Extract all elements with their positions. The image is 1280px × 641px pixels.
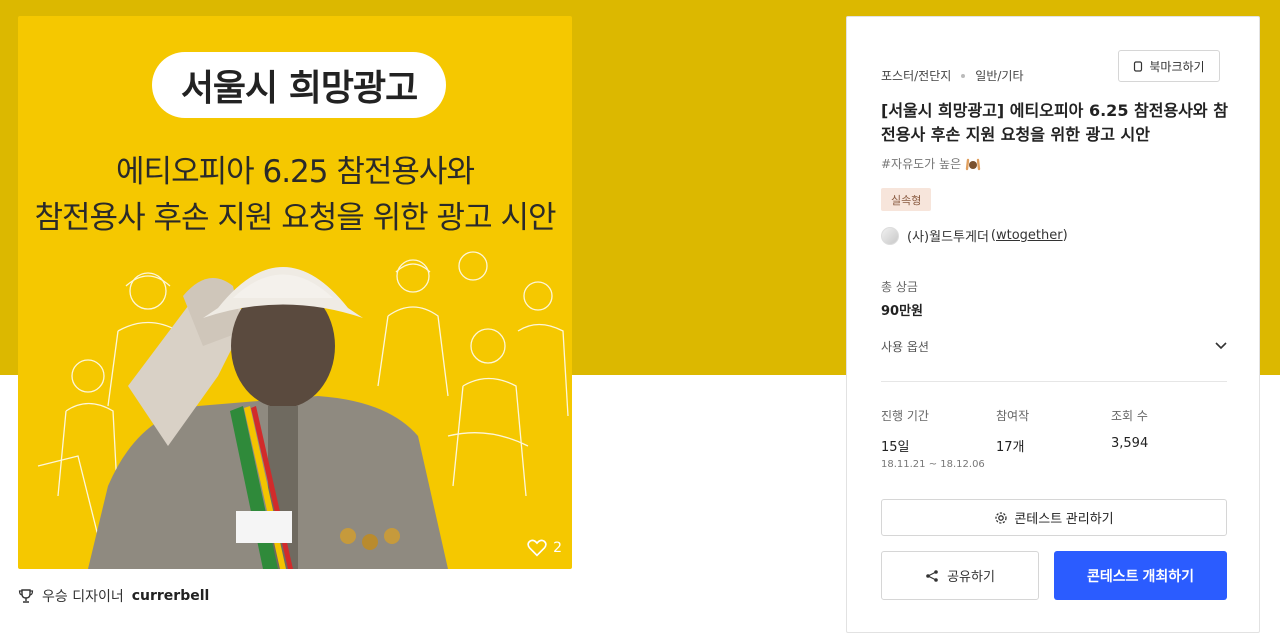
- raised-hands-icon: [965, 158, 981, 170]
- stat-views: 조회 수 3,594: [1111, 407, 1148, 451]
- entries-value: 17개: [996, 440, 1025, 455]
- host-id[interactable]: (wtogether): [991, 228, 1068, 243]
- manage-contest-button[interactable]: 콘테스트 관리하기: [881, 499, 1227, 536]
- trophy-icon: [18, 589, 34, 603]
- winner-name[interactable]: currerbell: [132, 588, 210, 604]
- bookmark-icon: [1134, 60, 1143, 72]
- contest-title: [서울시 희망광고] 에티오피아 6.25 참전용사와 참전용사 후손 지원 요…: [881, 101, 1228, 144]
- veteran-illustration: [37, 251, 569, 569]
- prize-label: 총 상금: [881, 280, 918, 294]
- host-name: (사)월드투게더: [907, 230, 989, 245]
- category-breadcrumb: 포스터/전단지 일반/기타: [881, 67, 1024, 84]
- winner-label: 우승 디자이너: [42, 589, 124, 605]
- period-label: 진행 기간: [881, 409, 929, 423]
- category-primary[interactable]: 포스터/전단지: [881, 67, 951, 84]
- contest-poster-image[interactable]: 서울시 희망광고 에티오피아 6.25 참전용사와 참전용사 후손 지원 요청을…: [18, 16, 572, 569]
- host-info: (사)월드투게더 (wtogether): [881, 226, 1068, 245]
- gear-icon: [995, 511, 1007, 524]
- divider: [881, 381, 1227, 382]
- host-contest-button[interactable]: 콘테스트 개최하기: [1054, 551, 1227, 600]
- prize-value: 90만원: [881, 304, 924, 319]
- chevron-down-icon: [1215, 342, 1227, 350]
- period-value: 15일: [881, 440, 910, 455]
- contest-type-badge: 실속형: [881, 188, 932, 211]
- stat-entries: 참여작 17개: [996, 407, 1029, 455]
- contest-info-panel: 포스터/전단지 일반/기타 북마크하기 [서울시 희망광고] 에티오피아 6.2…: [846, 16, 1260, 633]
- usage-options-toggle[interactable]: 사용 옵션: [881, 335, 1227, 357]
- winning-designer: 우승 디자이너 currerbell: [18, 586, 209, 606]
- period-range: 18.11.21 ~ 18.12.06: [881, 459, 985, 470]
- bookmark-button[interactable]: 북마크하기: [1118, 50, 1220, 82]
- contest-tagline: #자유도가 높은: [881, 155, 981, 172]
- poster-subtitle-line2: 참전용사 후손 지원 요청을 위한 광고 시안: [34, 200, 557, 236]
- share-icon: [926, 569, 938, 582]
- poster-subtitle-line1: 에티오피아 6.25 참전용사와: [116, 154, 475, 190]
- category-secondary[interactable]: 일반/기타: [975, 67, 1023, 84]
- poster-heading: 서울시 희망광고: [152, 52, 446, 118]
- stat-period: 진행 기간 15일 18.11.21 ~ 18.12.06: [881, 407, 985, 470]
- host-avatar: [881, 226, 899, 245]
- like-count: 2: [553, 540, 562, 556]
- manage-contest-label: 콘테스트 관리하기: [1014, 511, 1114, 526]
- heart-icon: [527, 539, 547, 557]
- like-counter[interactable]: 2: [527, 539, 562, 557]
- views-label: 조회 수: [1111, 409, 1148, 423]
- host-id-link[interactable]: wtogether: [996, 228, 1063, 243]
- separator-dot: [961, 73, 966, 78]
- share-button[interactable]: 공유하기: [881, 551, 1039, 600]
- bookmark-label: 북마크하기: [1149, 59, 1205, 74]
- tagline-text: #자유도가 높은: [881, 157, 962, 171]
- share-label: 공유하기: [947, 569, 995, 584]
- usage-options-label: 사용 옵션: [881, 339, 929, 354]
- views-value: 3,594: [1111, 436, 1149, 451]
- entries-label: 참여작: [996, 409, 1030, 423]
